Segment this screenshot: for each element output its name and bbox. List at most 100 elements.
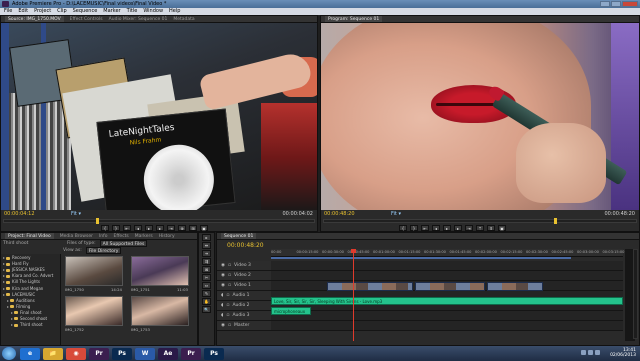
eye-icon[interactable]: ◉ [221,281,225,290]
tray-icon[interactable] [588,350,593,355]
track-lane[interactable] [271,321,623,331]
speaker-icon[interactable]: ◖ [221,311,223,320]
source-tab[interactable]: Effect Controls [70,16,103,22]
timeline-timecode[interactable]: 00:00:48:20 [227,242,264,249]
eye-icon[interactable]: ◉ [221,261,225,270]
step-back-button[interactable]: ◂ [134,225,142,231]
expand-triangle-icon[interactable] [11,317,13,320]
step-back-button[interactable]: ◂ [432,225,440,231]
mark-in-button[interactable]: { [399,225,407,231]
video-clip[interactable] [415,282,485,291]
go-to-in-button[interactable]: ⇤ [123,225,131,231]
expand-triangle-icon[interactable] [3,263,5,266]
expand-triangle-icon[interactable] [3,257,5,260]
lock-icon[interactable]: ▫ [228,321,231,330]
ripple-edit-tool-icon[interactable]: ⇸ [202,250,211,257]
lock-icon[interactable]: ▫ [226,291,229,300]
project-tab[interactable]: Info [99,233,108,239]
menu-item-edit[interactable]: Edit [18,8,28,15]
tray-icon[interactable] [581,350,586,355]
chrome-icon[interactable]: ◉ [66,347,86,360]
photoshop-icon[interactable]: Ps [204,347,224,360]
lift-button[interactable]: ⇡ [476,225,484,231]
media-thumb[interactable] [131,296,189,326]
menu-item-project[interactable]: Project [34,8,51,15]
photoshop-icon[interactable]: Ps [112,347,132,360]
track-select-tool-icon[interactable]: ⇹ [202,242,211,249]
extract-button[interactable]: ⇞ [487,225,495,231]
program-current-timecode[interactable]: 00:00:48:20 [324,210,355,219]
menu-item-sequence[interactable]: Sequence [73,8,98,15]
hand-tool-icon[interactable]: ✋ [202,298,211,305]
expand-triangle-icon[interactable] [7,305,9,308]
insert-button[interactable]: ⊕ [178,225,186,231]
media-thumb[interactable] [131,256,189,286]
step-forward-button[interactable]: ▸ [454,225,462,231]
export-frame-button[interactable]: ▣ [200,225,208,231]
time-ruler[interactable]: 00:00 00:00:15:00 00:00:30:00 00:00:45:00 00… [271,249,624,257]
menu-item-window[interactable]: Window [143,8,163,15]
eye-icon[interactable]: ◉ [221,321,225,330]
slip-tool-icon[interactable]: ⇔ [202,282,211,289]
source-current-timecode[interactable]: 00:00:04:12 [4,210,35,219]
track-lane[interactable] [271,271,623,281]
timeline-scrollbar[interactable] [633,249,638,339]
selection-tool-icon[interactable]: ▸ [202,234,211,241]
minimize-button[interactable] [600,1,610,7]
lock-icon[interactable]: ▫ [228,281,231,290]
word-icon[interactable]: W [135,347,155,360]
expand-triangle-icon[interactable] [7,299,9,302]
step-forward-button[interactable]: ▸ [156,225,164,231]
maximize-button[interactable] [611,1,621,7]
source-scrubber[interactable] [3,218,315,224]
lock-icon[interactable]: ▫ [226,301,229,310]
playhead-cap[interactable] [351,249,356,253]
project-tab[interactable]: History [159,233,175,239]
go-to-out-button[interactable]: ⇥ [465,225,473,231]
menu-item-clip[interactable]: Clip [57,8,66,15]
eye-icon[interactable]: ◉ [221,271,225,280]
files-dropdown[interactable]: All Supported Files [99,240,148,247]
mark-out-button[interactable]: } [410,225,418,231]
project-tab[interactable]: Effects [113,233,128,239]
video-clip[interactable] [327,282,413,291]
media-thumb[interactable] [65,256,123,286]
overwrite-button[interactable]: ⊞ [189,225,197,231]
menu-item-marker[interactable]: Marker [103,8,120,15]
project-tab[interactable]: Markers [135,233,153,239]
after-effects-icon[interactable]: Ae [158,347,178,360]
speaker-icon[interactable]: ◖ [221,291,223,300]
fit-dropdown[interactable]: Fit ▾ [71,210,81,219]
expand-triangle-icon[interactable] [3,293,5,296]
menu-item-help[interactable]: Help [169,8,180,15]
go-to-in-button[interactable]: ⇤ [421,225,429,231]
mark-out-button[interactable]: } [112,225,120,231]
menu-item-file[interactable]: File [4,8,12,15]
media-thumb[interactable] [65,296,123,326]
program-tab[interactable]: Program: Sequence 01 [325,16,383,22]
lock-icon[interactable]: ▫ [228,271,231,280]
start-button[interactable] [2,347,16,360]
work-area-bar[interactable] [271,257,571,259]
source-tab[interactable]: Audio Mixer: Sequence 01 [109,16,168,22]
timeline-playhead[interactable] [351,249,356,341]
pen-tool-icon[interactable]: ✎ [202,290,211,297]
speaker-icon[interactable]: ◖ [221,301,223,310]
play-button[interactable]: ▸ [145,225,153,231]
menu-item-title[interactable]: Title [127,8,138,15]
mark-in-button[interactable]: { [101,225,109,231]
video-clip[interactable] [487,282,543,291]
track-lane[interactable] [271,261,623,271]
audio-clip[interactable]: Love, Sir, Sir, Sir, Sir, Sleeping With … [271,297,623,305]
premiere-icon[interactable]: Pr [181,347,201,360]
tab-sequence[interactable]: Sequence 01 [221,233,257,239]
expand-triangle-icon[interactable] [11,324,13,327]
rate-stretch-tool-icon[interactable]: ⊠ [202,266,211,273]
project-tab[interactable]: Media Browser [60,233,93,239]
track-lane[interactable] [271,311,623,321]
ie-icon[interactable]: e [20,347,40,360]
premiere-icon[interactable]: Pr [89,347,109,360]
export-frame-button[interactable]: ▣ [498,225,506,231]
source-playhead[interactable] [96,218,99,224]
tree-folder-item[interactable]: Third shoot [1,322,60,328]
